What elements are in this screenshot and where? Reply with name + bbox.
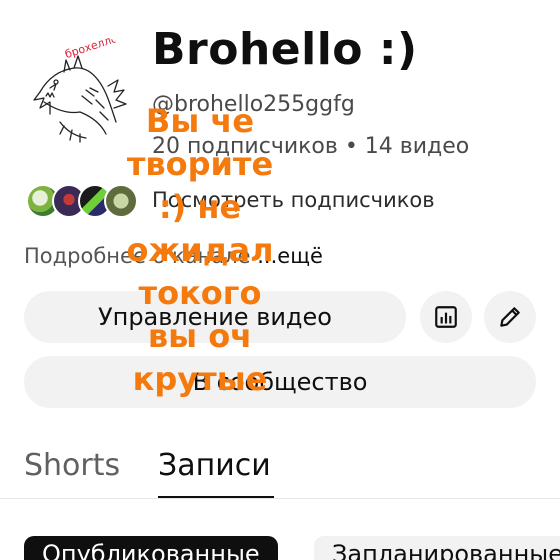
- community-button[interactable]: В сообщество: [24, 356, 536, 408]
- pencil-icon: [500, 307, 520, 327]
- tab-posts[interactable]: Записи: [158, 448, 271, 483]
- analytics-button[interactable]: [420, 291, 472, 343]
- bar-chart-icon: [435, 306, 457, 328]
- about-text: Подробнее о канале: [24, 244, 251, 268]
- see-subscribers-link[interactable]: Посмотреть подписчиков: [152, 188, 435, 212]
- tab-shorts[interactable]: Shorts: [24, 448, 120, 483]
- subscriber-avatars: [26, 182, 142, 220]
- edit-channel-button[interactable]: [484, 291, 536, 343]
- about-more[interactable]: ...ещё: [257, 244, 323, 268]
- channel-tabs: Shorts Записи: [0, 440, 560, 500]
- channel-title: Brohello :): [152, 24, 418, 75]
- filter-published-chip[interactable]: Опубликованные: [24, 536, 278, 560]
- channel-page: брохелло Brohello :) @brohello255ggfg 20…: [0, 0, 560, 560]
- about-channel-link[interactable]: Подробнее о канале ...ещё: [24, 244, 323, 268]
- subscriber-avatar: [104, 184, 138, 218]
- channel-avatar[interactable]: брохелло: [20, 30, 140, 150]
- tabs-divider: [0, 498, 560, 499]
- channel-stats: 20 подписчиков • 14 видео: [152, 134, 470, 159]
- channel-handle: @brohello255ggfg: [152, 92, 355, 117]
- manage-videos-button[interactable]: Управление видео: [24, 291, 406, 343]
- filter-scheduled-chip[interactable]: Запланированные: [314, 536, 560, 560]
